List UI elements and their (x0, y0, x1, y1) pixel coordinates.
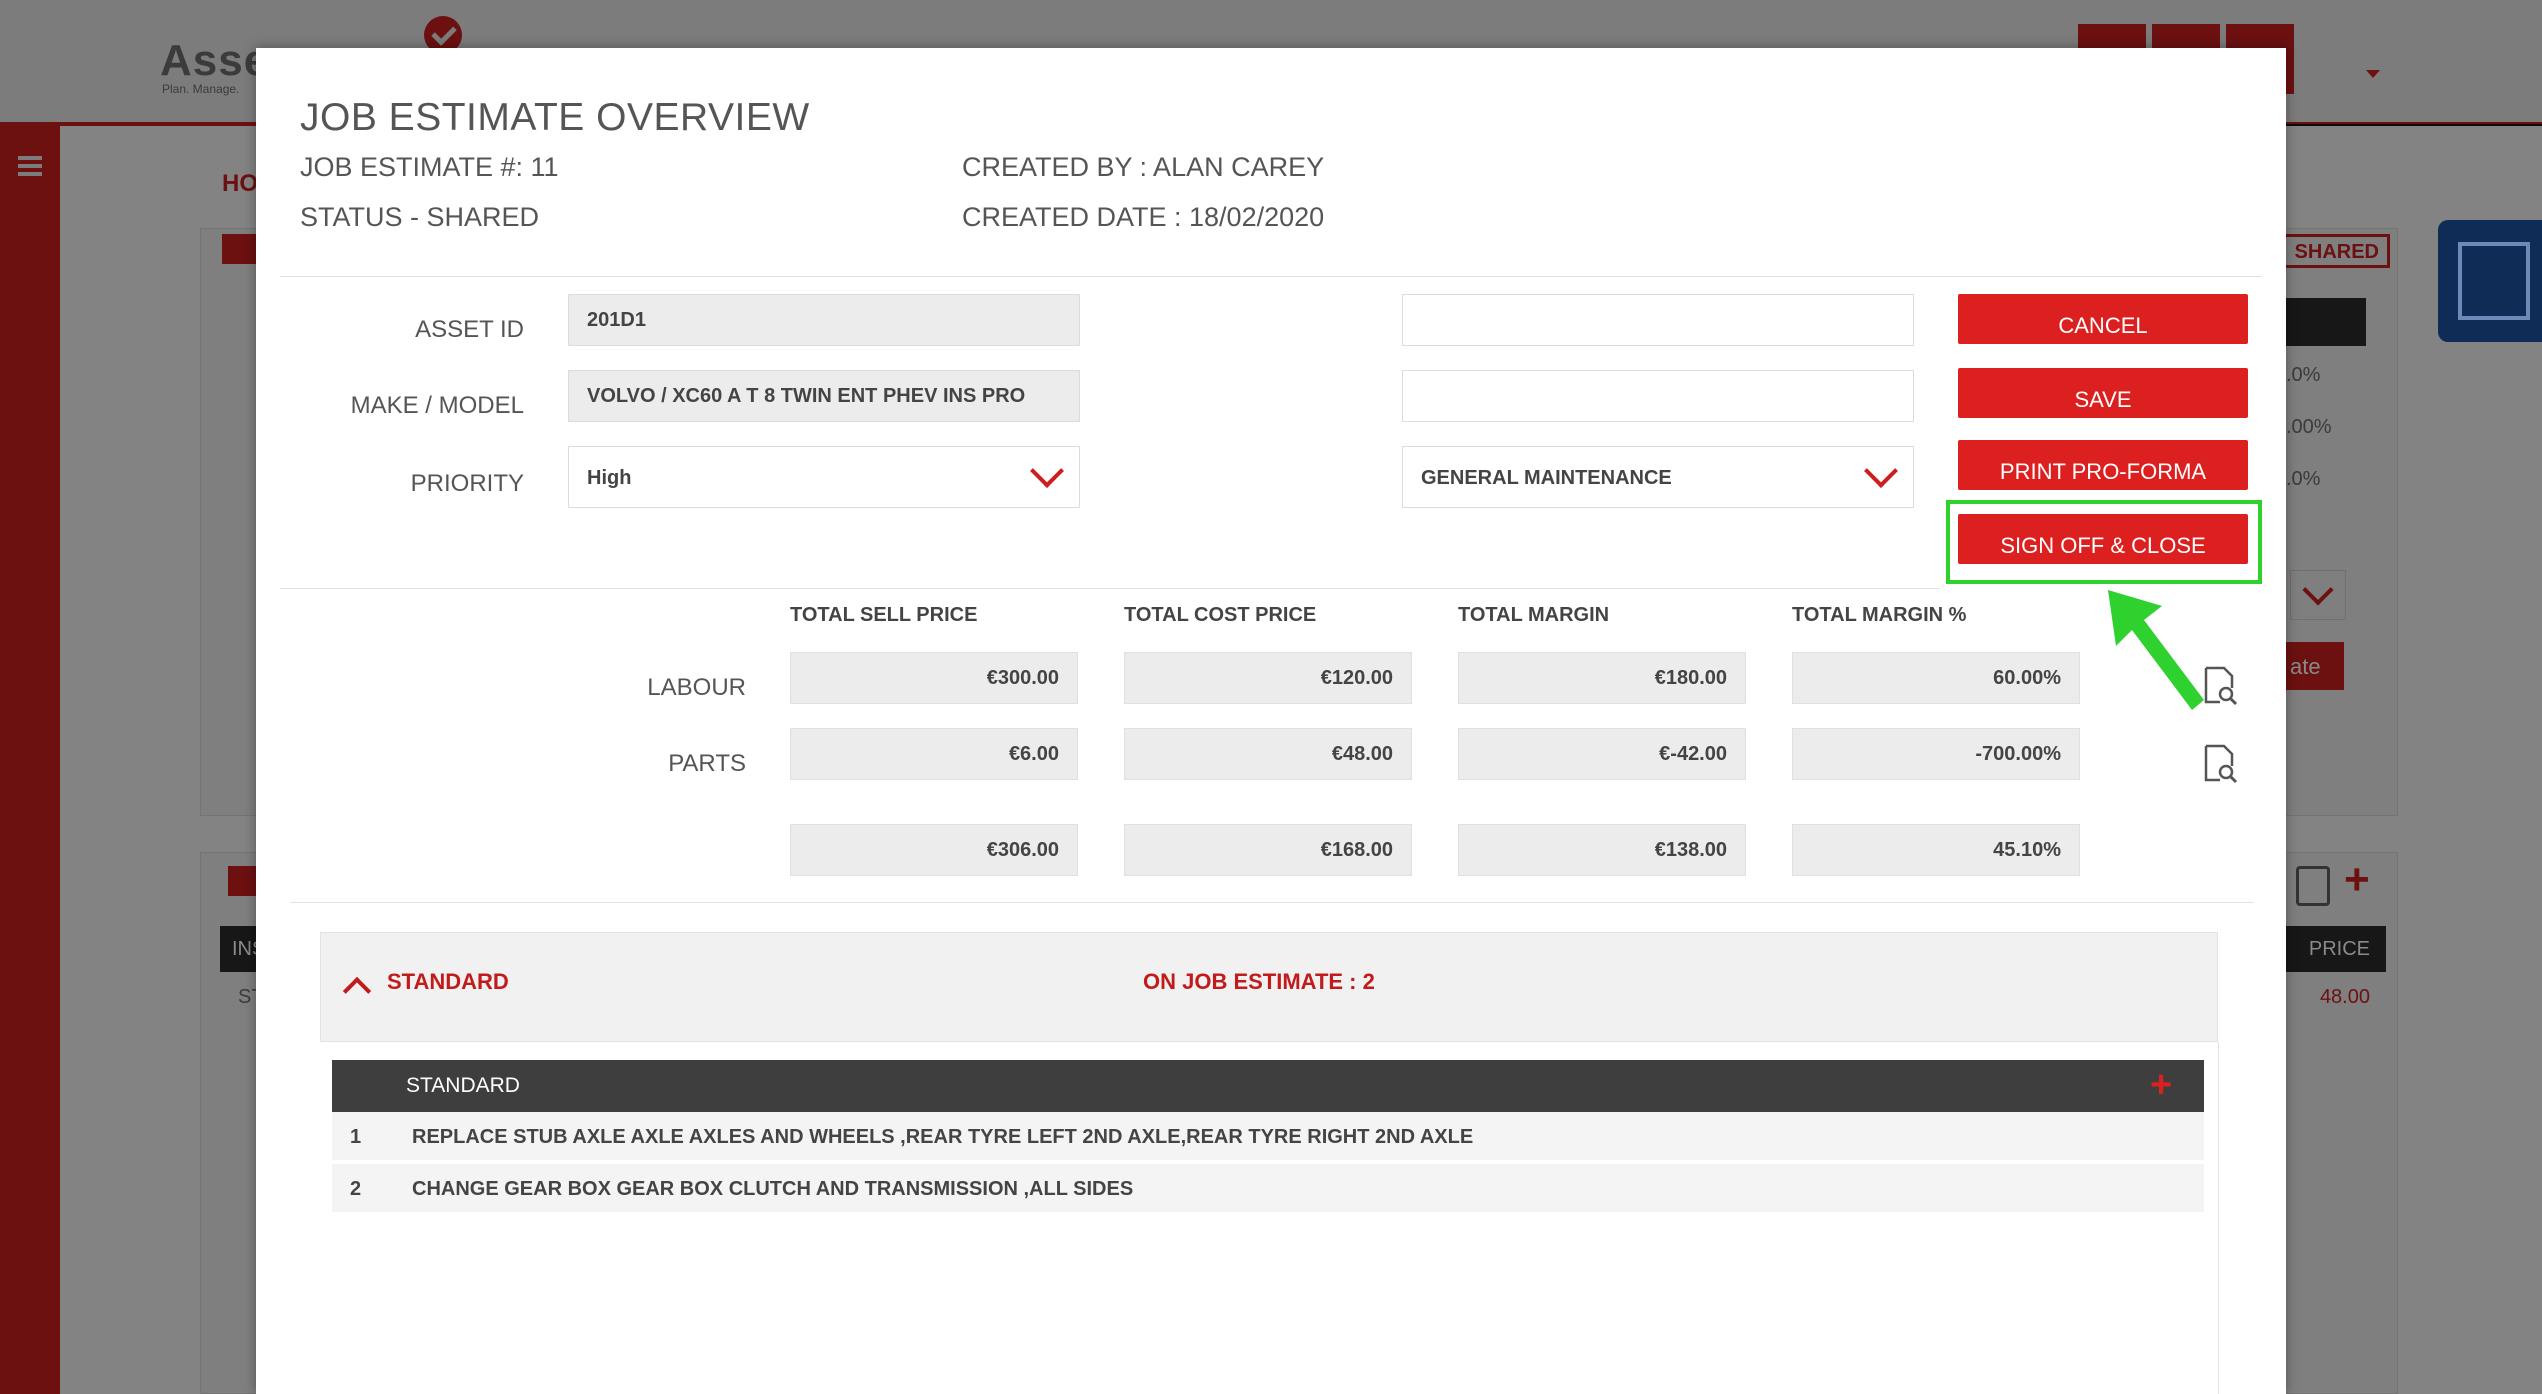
app-logo-tagline: Plan. Manage. (162, 82, 240, 96)
background-table-header (2286, 298, 2366, 346)
total-cost-price: €168.00 (1124, 824, 1412, 876)
background-action-button[interactable]: ate (2286, 642, 2344, 690)
app-logo: Asse (160, 36, 270, 85)
sidebar (0, 126, 60, 1394)
background-dropdown-chevron-icon[interactable] (2290, 570, 2346, 620)
on-job-estimate-count: ON JOB ESTIMATE : 2 (1143, 969, 1375, 994)
priority-select[interactable]: High (568, 446, 1080, 508)
standard-table-header-label: STANDARD (406, 1074, 520, 1097)
table-row[interactable]: 1 REPLACE STUB AXLE AXLE AXLES AND WHEEL… (332, 1112, 2204, 1162)
priority-value: High (587, 467, 632, 489)
total-margin: €138.00 (1458, 824, 1746, 876)
labour-cost-price: €120.00 (1124, 652, 1412, 704)
chevron-down-icon (1030, 454, 1064, 488)
parts-cost-price: €48.00 (1124, 728, 1412, 780)
row-label-labour: LABOUR (647, 674, 746, 701)
labour-margin-percent: 60.00% (1792, 652, 2080, 704)
background-table-header-price: PRICE (2286, 926, 2386, 972)
background-search-document-icon[interactable] (2296, 866, 2330, 906)
asset-id-label: ASSET ID (415, 316, 524, 343)
parts-margin-percent: -700.00% (1792, 728, 2080, 780)
job-estimate-number: JOB ESTIMATE #: 11 (300, 152, 559, 182)
standard-section-header[interactable]: STANDARD ON JOB ESTIMATE : 2 (320, 932, 2218, 1042)
hamburger-icon[interactable] (18, 156, 42, 176)
divider (280, 588, 1940, 589)
job-estimate-status: STATUS - SHARED (300, 202, 540, 232)
background-percentage: .0% (2286, 364, 2321, 386)
chevron-down-icon (1864, 454, 1898, 488)
created-date: CREATED DATE : 18/02/2020 (962, 202, 1325, 232)
background-table-price: 48.00 (2319, 986, 2370, 1008)
pointer-arrow-icon (2108, 590, 2204, 710)
make-model-field: VOLVO / XC60 A T 8 TWIN ENT PHEV INS PRO (568, 370, 1080, 422)
user-menu-caret-icon[interactable] (2366, 70, 2380, 78)
col-total-cost-price: TOTAL COST PRICE (1124, 604, 1317, 626)
background-percentage: .00% (2286, 416, 2332, 438)
background-breadcrumb: HO (222, 170, 258, 197)
start-order-input[interactable] (1402, 294, 1914, 346)
divider (2218, 1042, 2219, 1394)
job-estimate-modal: JOB ESTIMATE OVERVIEW JOB ESTIMATE #: 11… (256, 48, 2286, 1394)
background-percentage: .0% (2286, 468, 2321, 490)
background-status-badge: SHARED (2280, 234, 2390, 268)
created-by: CREATED BY : ALAN CAREY (962, 152, 1325, 182)
row-label-parts: PARTS (668, 750, 746, 777)
total-margin-percent: 45.10% (1792, 824, 2080, 876)
col-total-sell-price: TOTAL SELL PRICE (790, 604, 978, 626)
labour-margin: €180.00 (1458, 652, 1746, 704)
labour-sell-price: €300.00 (790, 652, 1078, 704)
estimate-type-value: GENERAL MAINTENANCE (1421, 467, 1672, 489)
row-number: 2 (350, 1178, 362, 1200)
labour-view-document-icon[interactable] (2202, 666, 2238, 706)
divider (280, 276, 2262, 277)
modal-title: JOB ESTIMATE OVERVIEW (300, 96, 810, 139)
print-pro-forma-button[interactable]: PRINT PRO-FORMA (1958, 440, 2248, 490)
table-row[interactable]: 2 CHANGE GEAR BOX GEAR BOX CLUTCH AND TR… (332, 1164, 2204, 1214)
parts-margin: €-42.00 (1458, 728, 1746, 780)
parts-view-document-icon[interactable] (2202, 744, 2238, 784)
estimate-type-select[interactable]: GENERAL MAINTENANCE (1402, 446, 1914, 508)
lift-icon (228, 866, 256, 896)
row-description: REPLACE STUB AXLE AXLE AXLES AND WHEELS … (412, 1126, 1474, 1148)
add-standard-icon[interactable]: + (2150, 1066, 2172, 1104)
truck-icon (222, 234, 258, 264)
edit-icon[interactable] (2438, 220, 2542, 342)
divider (290, 902, 2254, 903)
cancel-button[interactable]: CANCEL (1958, 294, 2248, 344)
standard-section-title: STANDARD (387, 969, 509, 994)
parts-sell-price: €6.00 (790, 728, 1078, 780)
background-add-icon[interactable]: + (2344, 858, 2370, 902)
finish-order-input[interactable] (1402, 370, 1914, 422)
standard-table-header: STANDARD + (332, 1060, 2204, 1112)
make-model-label: MAKE / MODEL (350, 392, 524, 419)
row-number: 1 (350, 1126, 362, 1148)
total-sell-price: €306.00 (790, 824, 1078, 876)
row-description: CHANGE GEAR BOX GEAR BOX CLUTCH AND TRAN… (412, 1178, 1134, 1200)
highlight-box (1946, 500, 2262, 584)
asset-id-field: 201D1 (568, 294, 1080, 346)
save-button[interactable]: SAVE (1958, 368, 2248, 418)
col-total-margin: TOTAL MARGIN (1458, 604, 1610, 626)
col-total-margin-percent: TOTAL MARGIN % (1792, 604, 1967, 626)
chevron-up-icon[interactable] (342, 976, 372, 1006)
priority-label: PRIORITY (410, 470, 524, 497)
